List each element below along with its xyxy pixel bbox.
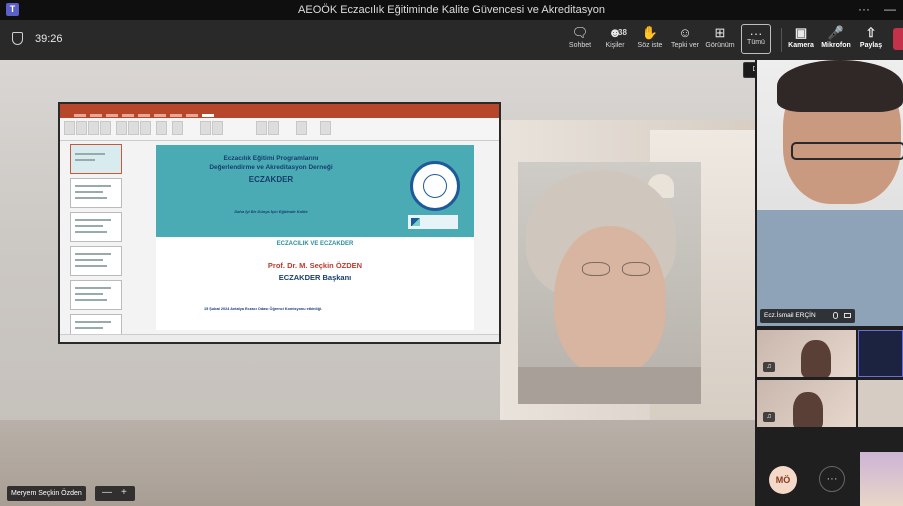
raise-hand-button[interactable]: ✋ Söz iste bbox=[632, 24, 668, 49]
more-label: Tümü bbox=[747, 39, 765, 46]
slide-title-line2: Değerlendirme ve Akreditasyon Derneği bbox=[209, 164, 333, 171]
zoom-in-button[interactable]: + bbox=[121, 486, 127, 500]
hand-icon: ✋ bbox=[641, 25, 659, 40]
participant-tile[interactable]: ♫ bbox=[757, 380, 856, 427]
camera-button[interactable]: ▣ Kamera bbox=[783, 24, 819, 49]
slide-thumbnail[interactable] bbox=[70, 178, 122, 208]
window-title: AEOÖK Eczacılık Eğitiminde Kalite Güvenc… bbox=[298, 4, 605, 16]
mic-label: Mikrofon bbox=[821, 42, 851, 49]
participant-figure bbox=[801, 340, 831, 377]
slide-presenter: Prof. Dr. M. Seçkin ÖZDEN bbox=[267, 261, 363, 270]
slide-thumbnail[interactable] bbox=[70, 212, 122, 242]
shared-screen[interactable]: Eczacılık Eğitimi Programlarını Değerlen… bbox=[58, 102, 501, 344]
minimize-icon[interactable]: — bbox=[884, 2, 896, 16]
slide-subtitle: ECZACILIK VE ECZAKDER bbox=[276, 241, 354, 247]
participant-tile[interactable] bbox=[858, 380, 903, 427]
participant-video-main[interactable] bbox=[757, 60, 903, 326]
raise-hand-label: Söz iste bbox=[637, 42, 663, 49]
view-label: Görünüm bbox=[705, 42, 735, 49]
smile-icon: ☺ bbox=[678, 25, 692, 40]
mic-icon bbox=[833, 312, 838, 319]
chat-icon: 🗨 bbox=[571, 25, 589, 40]
eczakder-logo-icon bbox=[410, 161, 460, 211]
slide-org-name: ECZAKDER bbox=[248, 175, 294, 184]
participant-tile[interactable]: ♫ bbox=[757, 330, 856, 377]
meeting-timer: 39:26 bbox=[35, 33, 63, 45]
powerpoint-statusbar bbox=[60, 334, 499, 342]
pinned-participant-name: Meryem Seçkin Özden bbox=[7, 486, 86, 501]
slide-title-line1: Eczacılık Eğitimi Programlarını bbox=[223, 155, 319, 162]
powerpoint-titlebar bbox=[60, 104, 499, 113]
slide-slogan: Daha İyi Bir Dünya İçin Eğitimde Kalite bbox=[234, 209, 308, 214]
participant-name: Ecz.İsmail ERÇİN bbox=[764, 312, 816, 319]
share-label: Paylaş bbox=[859, 42, 883, 49]
participant-figure bbox=[793, 392, 823, 427]
slide-presenter-role: ECZAKDER Başkanı bbox=[278, 273, 352, 282]
powerpoint-ribbon bbox=[60, 118, 499, 141]
presenter-face bbox=[554, 226, 666, 376]
slide-thumbnail[interactable] bbox=[70, 246, 122, 276]
current-slide: Eczacılık Eğitimi Programlarını Değerlen… bbox=[156, 145, 474, 330]
mic-off-icon: ♫ bbox=[763, 412, 775, 422]
share-icon: ⇧ bbox=[865, 25, 877, 40]
grid-icon: ⊞ bbox=[714, 25, 726, 40]
people-button[interactable]: ☻ 38 Kişiler bbox=[597, 24, 633, 49]
partner-logo-icon bbox=[408, 215, 458, 229]
slide-thumbnail[interactable] bbox=[70, 144, 122, 174]
participant-hair bbox=[777, 60, 903, 112]
stage-zoom-control: — + bbox=[95, 486, 135, 501]
react-label: Tepki ver bbox=[670, 42, 699, 49]
participant-tile[interactable] bbox=[858, 330, 903, 377]
screen-share-icon bbox=[844, 313, 851, 318]
mic-off-icon: ♫ bbox=[763, 362, 775, 372]
avatar[interactable]: MÖ bbox=[769, 466, 797, 494]
mic-button[interactable]: 🎤 Mikrofon bbox=[818, 24, 854, 49]
slide-header-band: Eczacılık Eğitimi Programlarını Değerlen… bbox=[156, 145, 474, 237]
chat-label: Sohbet bbox=[568, 42, 592, 49]
participant-name-badge: Ecz.İsmail ERÇİN bbox=[760, 309, 855, 323]
participant-glasses bbox=[791, 142, 903, 160]
slide-thumbnails bbox=[64, 144, 124, 342]
share-button[interactable]: ⇧ Paylaş bbox=[853, 24, 889, 49]
mic-icon: 🎤 bbox=[827, 25, 845, 40]
presenter-body bbox=[518, 367, 701, 404]
presenter-video[interactable] bbox=[518, 162, 701, 404]
more-participants-button[interactable]: ··· bbox=[819, 466, 845, 492]
slide-thumbnail[interactable] bbox=[70, 280, 122, 310]
react-button[interactable]: ☺ Tepki ver bbox=[667, 24, 703, 49]
chat-button[interactable]: 🗨 Sohbet bbox=[562, 24, 598, 49]
title-bar: T AEOÖK Eczacılık Eğitiminde Kalite Güve… bbox=[0, 0, 903, 20]
more-actions-button[interactable]: ··· Tümü bbox=[741, 24, 771, 54]
zoom-out-button[interactable]: — bbox=[102, 486, 112, 500]
camera-icon: ▣ bbox=[794, 25, 808, 40]
shield-icon bbox=[12, 32, 23, 45]
camera-label: Kamera bbox=[788, 42, 814, 49]
leave-button[interactable] bbox=[893, 28, 903, 50]
people-label: Kişiler bbox=[605, 42, 625, 49]
slide-footer: 15 Şubat 2024 Antalya Eczacı Odası Öğren… bbox=[204, 307, 323, 311]
people-count: 38 bbox=[618, 28, 627, 37]
view-button[interactable]: ⊞ Görünüm bbox=[702, 24, 738, 49]
eye bbox=[622, 262, 650, 276]
toolbar-divider bbox=[781, 28, 782, 52]
people-icon: ☻ bbox=[608, 25, 622, 40]
eye bbox=[582, 262, 610, 276]
window-menu-icon[interactable]: ··· bbox=[858, 2, 870, 16]
participant-tile[interactable] bbox=[860, 452, 903, 506]
meeting-toolbar: 39:26 🗨 Sohbet ☻ 38 Kişiler ✋ Söz iste ☺… bbox=[0, 20, 903, 60]
